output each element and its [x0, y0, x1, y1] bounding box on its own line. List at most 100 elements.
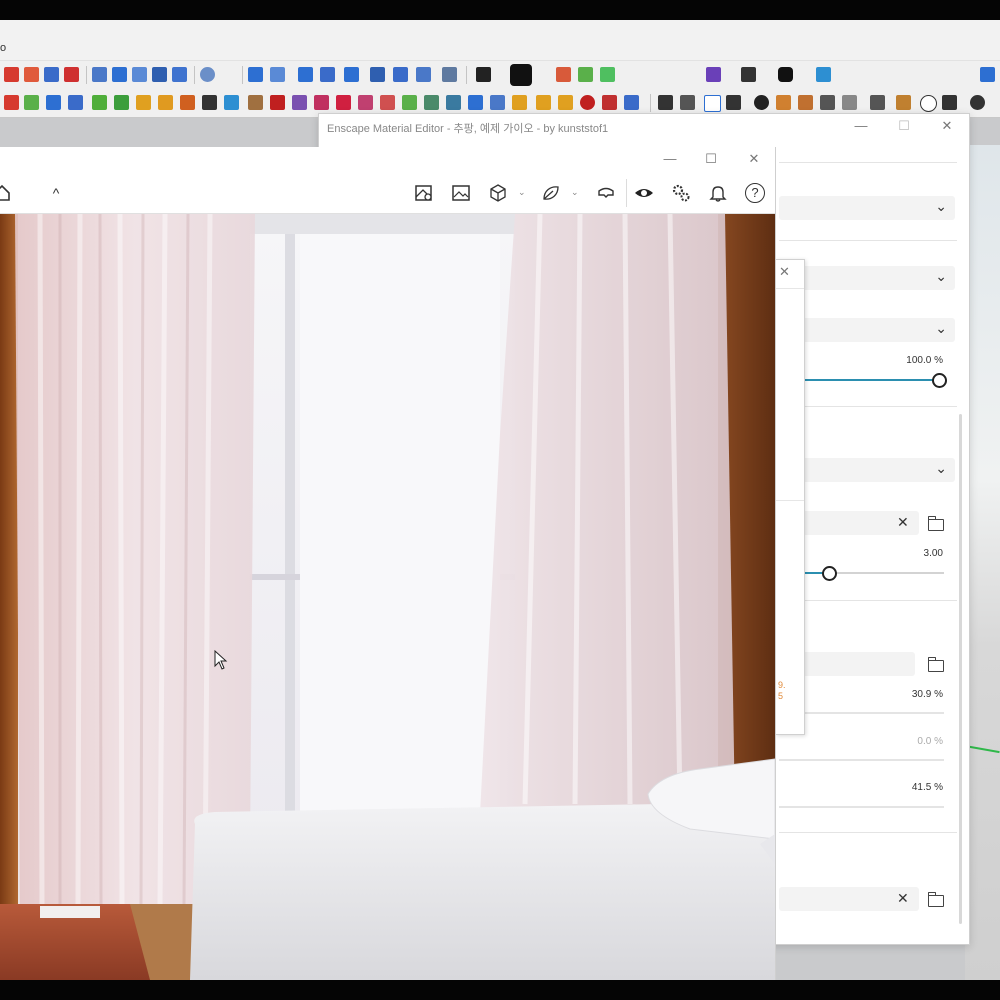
badge-icon[interactable]: [776, 95, 791, 110]
folder-icon[interactable]: [896, 95, 911, 110]
home-icon[interactable]: [0, 183, 12, 203]
flip-edge-icon[interactable]: [490, 95, 505, 110]
clear-texture-button[interactable]: ✕: [897, 514, 909, 531]
cone-icon[interactable]: [92, 95, 107, 110]
close-button[interactable]: ✕: [937, 118, 957, 134]
user-icon[interactable]: [970, 95, 985, 110]
settings-toolbar-icon[interactable]: [870, 95, 885, 110]
zoom-icon[interactable]: [44, 67, 59, 82]
close-button[interactable]: ✕: [744, 151, 764, 167]
folder-icon[interactable]: [927, 516, 944, 531]
stamp-icon[interactable]: [446, 95, 461, 110]
slider-knob-2[interactable]: [821, 566, 837, 581]
back-view-icon[interactable]: [172, 67, 187, 82]
window-icon[interactable]: [816, 67, 831, 82]
help-icon[interactable]: ?: [745, 183, 765, 203]
texture-dropdown[interactable]: ⌄: [779, 266, 955, 290]
maximize-button[interactable]: ☐: [701, 151, 721, 167]
type-dropdown[interactable]: ⌄: [779, 196, 955, 220]
top-view-icon[interactable]: [112, 67, 127, 82]
minimize-button[interactable]: —: [660, 151, 680, 166]
collapse-icon[interactable]: ^: [46, 183, 66, 203]
subtract-icon[interactable]: [336, 95, 351, 110]
box-icon[interactable]: [248, 95, 263, 110]
chart-icon[interactable]: [370, 67, 385, 82]
rotate-icon[interactable]: [24, 95, 39, 110]
cube-dropdown-caret[interactable]: ⌄: [518, 187, 526, 198]
terrain-icon[interactable]: [424, 95, 439, 110]
tile-grid-icon[interactable]: [536, 95, 551, 110]
outliner-icon[interactable]: [704, 95, 721, 112]
eye-icon[interactable]: [634, 183, 654, 203]
settings-icon[interactable]: [671, 183, 691, 203]
folder-icon[interactable]: [927, 892, 944, 907]
hand-tool-icon[interactable]: [741, 67, 756, 82]
eye-toolbar-icon[interactable]: [442, 67, 457, 82]
section-display-icon[interactable]: [344, 67, 359, 82]
section-cut-icon[interactable]: [298, 67, 313, 82]
union-icon[interactable]: [314, 95, 329, 110]
orbit-icon[interactable]: [4, 67, 19, 82]
intersect-icon[interactable]: [358, 95, 373, 110]
camera-icon[interactable]: [778, 67, 793, 82]
iso-view-icon[interactable]: [92, 67, 107, 82]
bump-dropdown[interactable]: ⌄: [779, 458, 955, 482]
pan-icon[interactable]: [24, 67, 39, 82]
tile-fill-icon[interactable]: [558, 95, 573, 110]
select-icon[interactable]: [602, 95, 617, 110]
map-pin-icon[interactable]: [414, 183, 434, 203]
fx-icon[interactable]: [706, 67, 721, 82]
gear-tool-icon[interactable]: [202, 95, 217, 110]
warehouse-icon[interactable]: [600, 67, 615, 82]
front-view-icon[interactable]: [132, 67, 147, 82]
array-icon[interactable]: [68, 95, 83, 110]
vr-headset-icon[interactable]: [596, 183, 616, 203]
tag-icon[interactable]: [680, 95, 695, 110]
dots-icon[interactable]: [580, 95, 595, 110]
split-icon[interactable]: [380, 95, 395, 110]
right-view-icon[interactable]: [152, 67, 167, 82]
move-up-icon[interactable]: [270, 67, 285, 82]
curve-icon[interactable]: [158, 95, 173, 110]
cube-icon[interactable]: [488, 183, 508, 203]
outer-shell-icon[interactable]: [402, 95, 417, 110]
scrollbar[interactable]: [959, 414, 962, 924]
section-fill-icon[interactable]: [320, 67, 335, 82]
image-icon[interactable]: [451, 183, 471, 203]
scale-icon[interactable]: [46, 95, 61, 110]
menu-item-fragment[interactable]: o: [0, 42, 6, 54]
warning-icon[interactable]: [136, 95, 151, 110]
sandbox-icon[interactable]: [393, 67, 408, 82]
checker-icon[interactable]: [820, 95, 835, 110]
maximize-button[interactable]: ☐: [894, 118, 914, 134]
scenes-icon[interactable]: [726, 95, 741, 110]
cart-icon[interactable]: [942, 95, 957, 110]
plus-circle-icon[interactable]: [754, 95, 769, 110]
render-viewport[interactable]: [0, 214, 775, 980]
folder-icon[interactable]: [927, 657, 944, 672]
xray-icon[interactable]: [200, 67, 215, 82]
slider-track-4[interactable]: [779, 759, 944, 761]
leaf-icon[interactable]: [541, 183, 561, 203]
layout-icon[interactable]: [624, 95, 639, 110]
undo-icon[interactable]: [270, 95, 285, 110]
compass-icon[interactable]: [224, 95, 239, 110]
tile-icon[interactable]: [512, 95, 527, 110]
slider-knob-1[interactable]: [932, 373, 947, 388]
solid-tools-icon[interactable]: [292, 95, 307, 110]
circle-arrow-icon[interactable]: [180, 95, 195, 110]
pyramid-icon[interactable]: [114, 95, 129, 110]
mode-dropdown[interactable]: ⌄: [779, 318, 955, 342]
minimize-button[interactable]: —: [851, 118, 871, 133]
slider-track-5[interactable]: [779, 806, 944, 808]
section-plane-icon[interactable]: [248, 67, 263, 82]
leaf-dropdown-caret[interactable]: ⌄: [571, 187, 579, 198]
move-icon[interactable]: [4, 95, 19, 110]
drape-icon[interactable]: [468, 95, 483, 110]
zoom-extents-icon[interactable]: [64, 67, 79, 82]
bell-icon[interactable]: [708, 183, 728, 203]
plugin-skp-icon[interactable]: [510, 64, 532, 86]
library-icon[interactable]: [798, 95, 813, 110]
popup-close-button[interactable]: ✕: [779, 264, 790, 280]
align-icon[interactable]: [476, 67, 491, 82]
